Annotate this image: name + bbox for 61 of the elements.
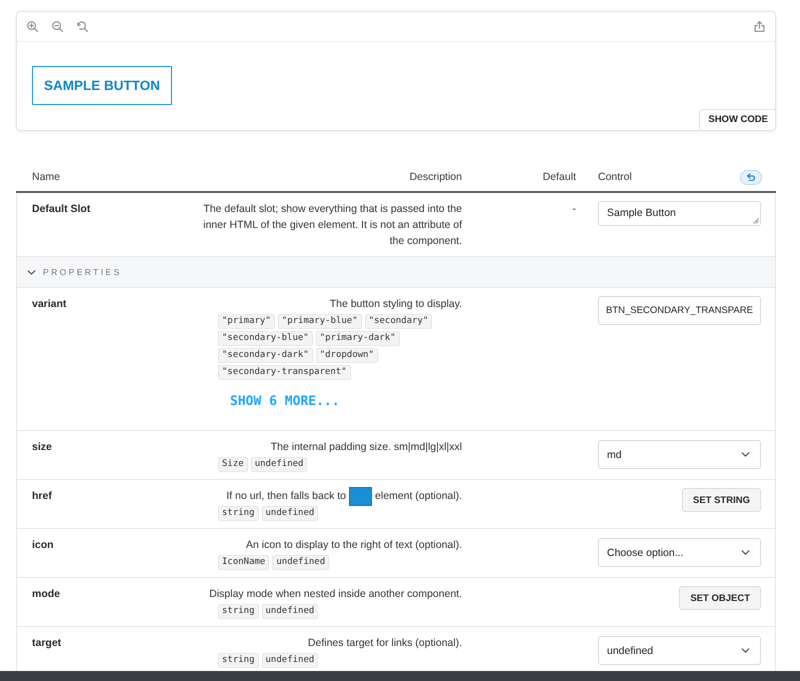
type-tag: IconName bbox=[218, 555, 270, 570]
chevron-down-icon[interactable] bbox=[27, 270, 36, 274]
column-header: Default bbox=[542, 171, 576, 183]
description-text: Defines target for links (optional). bbox=[308, 637, 462, 649]
property-name: size bbox=[32, 441, 52, 453]
type-tag: "secondary-dark" bbox=[218, 348, 313, 363]
property-name: icon bbox=[32, 539, 54, 551]
description-text: An icon to display to the right of text (optional). bbox=[246, 539, 462, 551]
type-tag: "primary-blue" bbox=[278, 314, 362, 329]
select-field[interactable]: Choose option... bbox=[598, 538, 761, 567]
type-tag: "secondary-blue" bbox=[218, 331, 313, 346]
type-tag: "secondary-transparent" bbox=[218, 365, 351, 380]
description-text: element (optional). bbox=[375, 490, 462, 502]
set-value-button[interactable]: SET OBJECT bbox=[679, 586, 761, 610]
property-name: Default Slot bbox=[32, 203, 90, 215]
reset-zoom-icon[interactable] bbox=[77, 21, 88, 32]
column-header: Control bbox=[598, 170, 632, 185]
description-text: The internal padding size. sm|md|lg|xl|xxl bbox=[270, 441, 462, 453]
zoom-out-icon[interactable] bbox=[52, 21, 63, 32]
type-tag: undefined bbox=[272, 555, 330, 570]
text-input[interactable]: BTN_SECONDARY_TRANSPARE bbox=[598, 296, 761, 325]
type-tag: undefined bbox=[262, 506, 318, 521]
description-text: If no url, then falls back to bbox=[226, 490, 346, 502]
select-field[interactable]: md bbox=[598, 440, 761, 469]
description-text: The default slot; show everything that is passed into the inner HTML of the given element. It is not an attribute of the component. bbox=[203, 203, 462, 247]
reset-button[interactable] bbox=[740, 170, 762, 184]
set-value-button[interactable]: SET STRING bbox=[682, 488, 761, 512]
zoom-in-icon[interactable] bbox=[27, 21, 38, 32]
property-name: href bbox=[32, 490, 52, 502]
property-name: target bbox=[32, 637, 62, 649]
inline-highlight-block bbox=[349, 486, 372, 506]
sample-button[interactable]: SAMPLE BUTTON bbox=[32, 66, 172, 105]
description-text: The button styling to display. bbox=[330, 298, 462, 310]
type-tag: string bbox=[218, 604, 259, 619]
share-icon[interactable] bbox=[754, 21, 765, 32]
chevron-down-icon bbox=[741, 648, 750, 653]
type-tag: Size bbox=[218, 457, 248, 472]
type-tag: "secondary" bbox=[364, 314, 432, 329]
type-tag: "dropdown" bbox=[316, 348, 378, 363]
select-field[interactable]: undefined bbox=[598, 636, 761, 665]
text-area[interactable]: Sample Button bbox=[598, 201, 761, 226]
chevron-down-icon bbox=[741, 550, 750, 555]
type-tag: undefined bbox=[250, 457, 308, 472]
type-tag: "primary-dark" bbox=[316, 331, 400, 346]
chevron-down-icon bbox=[741, 452, 750, 457]
type-tag: undefined bbox=[262, 604, 318, 619]
type-tag: undefined bbox=[262, 653, 318, 668]
type-tag: "primary" bbox=[218, 314, 275, 329]
default-value: - bbox=[572, 203, 576, 215]
section-title: PROPERTIES bbox=[43, 267, 122, 277]
type-tag: string bbox=[218, 506, 259, 521]
resize-handle-icon bbox=[753, 218, 759, 224]
description-text: Display mode when nested inside another component. bbox=[209, 588, 462, 600]
type-tag: string bbox=[218, 653, 259, 668]
property-name: variant bbox=[32, 298, 66, 310]
property-name: mode bbox=[32, 588, 60, 600]
show-code-button[interactable]: SHOW CODE bbox=[699, 109, 775, 130]
column-header: Description bbox=[409, 171, 462, 183]
undo-icon bbox=[746, 173, 756, 181]
column-header: Name bbox=[32, 171, 60, 183]
section-header[interactable]: PROPERTIES bbox=[16, 257, 776, 288]
